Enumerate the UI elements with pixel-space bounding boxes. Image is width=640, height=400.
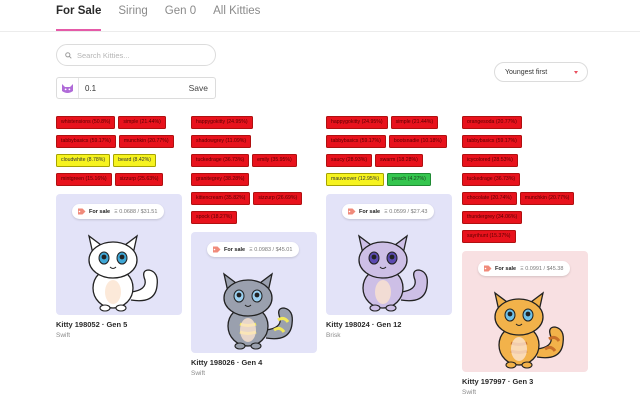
cattribute-tag[interactable]: sayrihunt (15.37%) bbox=[462, 230, 516, 243]
cattribute-tag[interactable]: simple (21.44%) bbox=[118, 116, 166, 129]
sale-badge: For sale Ξ 0.0983 / $45.01 bbox=[207, 242, 300, 257]
cattribute-tag[interactable]: happygokitty (24.95%) bbox=[326, 116, 388, 129]
cattribute-tag[interactable]: kittencream (35.82%) bbox=[191, 192, 251, 205]
cattribute-tag[interactable]: emily (35.95%) bbox=[252, 154, 297, 167]
cattribute-tag[interactable]: sizzurp (25.63%) bbox=[114, 173, 164, 186]
cattribute-tag[interactable]: munchkin (20.77%) bbox=[118, 135, 174, 148]
cattribute-tag[interactable]: mintgreen (15.16%) bbox=[56, 173, 112, 186]
kitty-price: Ξ 0.0599 / $27.43 bbox=[384, 208, 428, 215]
price-filter: Save bbox=[56, 77, 216, 99]
sale-badge: For sale Ξ 0.0688 / $31.51 bbox=[72, 204, 165, 219]
kitty-column-3: happygokitty (24.95%) simple (21.44%) tabb… bbox=[326, 116, 452, 339]
cattribute-tag[interactable]: mauveover (12.95%) bbox=[326, 173, 385, 186]
cattribute-tag[interactable]: tuckedrage (36.73%) bbox=[462, 173, 521, 186]
search-input[interactable] bbox=[77, 50, 197, 60]
cattribute-tag[interactable]: swarm (18.28%) bbox=[375, 154, 423, 167]
sale-badge: For sale Ξ 0.0599 / $27.43 bbox=[342, 204, 435, 219]
kitty-speed: Swift bbox=[56, 332, 71, 339]
cattribute-tags: happygokitty (24.95%) shadowgrey (11.09%)… bbox=[191, 116, 317, 224]
kitty-column-1: whixtensions (50.8%) simple (21.44%) tabby… bbox=[56, 116, 182, 339]
sort-selected: Youngest first bbox=[505, 68, 548, 76]
for-sale-label: For sale bbox=[495, 265, 517, 272]
kitty-price: Ξ 0.0688 / $31.51 bbox=[114, 208, 158, 215]
kitty-speed: Brisk bbox=[326, 332, 341, 339]
cattribute-tag[interactable]: saucy (28.93%) bbox=[326, 154, 373, 167]
cattribute-tag[interactable]: chocolate (20.74%) bbox=[462, 192, 517, 205]
tab-for-sale[interactable]: For Sale bbox=[56, 0, 102, 31]
tab-all-kitties[interactable]: All Kitties bbox=[213, 0, 260, 30]
kitty-speed: Swift bbox=[191, 370, 206, 377]
chevron-down-icon bbox=[574, 71, 578, 74]
for-sale-label: For sale bbox=[224, 246, 246, 253]
kitty-column-2: happygokitty (24.95%) shadowgrey (11.09%)… bbox=[191, 116, 317, 377]
cattribute-tag[interactable]: spock (18.27%) bbox=[191, 211, 238, 224]
kitty-image: For sale Ξ 0.0991 / $45.38 bbox=[462, 251, 588, 372]
for-sale-label: For sale bbox=[359, 208, 381, 215]
kitty-title: Kitty 198026 · Gen 4 bbox=[191, 358, 263, 367]
tab-divider bbox=[0, 31, 640, 32]
kitty-image: For sale Ξ 0.0688 / $31.51 bbox=[56, 194, 182, 315]
kitty-title: Kitty 198024 · Gen 12 bbox=[326, 320, 402, 329]
cattribute-tag[interactable]: thundergrey (34.06%) bbox=[462, 211, 523, 224]
cattribute-tag[interactable]: tabbybasics (59.17%) bbox=[326, 135, 386, 148]
cattribute-tag[interactable]: cloudwhite (8.78%) bbox=[56, 154, 111, 167]
cattribute-tags: whixtensions (50.8%) simple (21.44%) tabby… bbox=[56, 116, 182, 186]
kitty-image: For sale Ξ 0.0983 / $45.01 bbox=[191, 232, 317, 353]
price-input[interactable] bbox=[79, 83, 179, 93]
cattribute-tag[interactable]: tabbybasics (59.17%) bbox=[56, 135, 116, 148]
cattribute-tag[interactable]: icycolored (28.53%) bbox=[462, 154, 518, 167]
kitty-price: Ξ 0.0991 / $45.38 bbox=[520, 265, 564, 272]
sale-badge: For sale Ξ 0.0991 / $45.38 bbox=[478, 261, 571, 276]
cattribute-tag[interactable]: happygokitty (24.95%) bbox=[191, 116, 253, 129]
price-tag-icon bbox=[348, 208, 356, 215]
cattribute-tag[interactable]: simple (21.44%) bbox=[390, 116, 439, 129]
kitty-column-4: orangesoda (20.77%) tabbybasics (59.17%) i… bbox=[462, 116, 588, 396]
kitty-card[interactable]: For sale Ξ 0.0599 / $27.43 Kitty 198024 … bbox=[326, 194, 452, 339]
cattribute-tag[interactable]: orangesoda (20.77%) bbox=[462, 116, 522, 129]
cattribute-tag[interactable]: sizzurp (26.69%) bbox=[253, 192, 303, 205]
cattribute-tag[interactable]: shadowgrey (11.09%) bbox=[191, 135, 252, 148]
tab-siring[interactable]: Siring bbox=[118, 0, 147, 30]
kitty-card[interactable]: For sale Ξ 0.0983 / $45.01 Kitty 198026 … bbox=[191, 232, 317, 377]
cattribute-tag[interactable]: granitegrey (38.28%) bbox=[191, 173, 250, 186]
cattribute-tag[interactable]: beard (8.42%) bbox=[113, 154, 156, 167]
search-icon bbox=[65, 51, 72, 59]
kitty-title: Kitty 198052 · Gen 5 bbox=[56, 320, 128, 329]
cattribute-tag[interactable]: bootsnadie (10.18%) bbox=[388, 135, 447, 148]
kitty-image: For sale Ξ 0.0599 / $27.43 bbox=[326, 194, 452, 315]
search-box bbox=[56, 44, 216, 66]
kitty-speed: Swift bbox=[462, 389, 477, 396]
cattribute-tag[interactable]: munchkin (20.77%) bbox=[519, 192, 575, 205]
cat-icon bbox=[57, 78, 79, 98]
price-tag-icon bbox=[484, 265, 492, 272]
for-sale-label: For sale bbox=[89, 208, 111, 215]
cattribute-tag[interactable]: whixtensions (50.8%) bbox=[56, 116, 116, 129]
price-tag-icon bbox=[78, 208, 86, 215]
kitty-card[interactable]: For sale Ξ 0.0688 / $31.51 Kitty 198052 … bbox=[56, 194, 182, 339]
cattribute-tags: orangesoda (20.77%) tabbybasics (59.17%) i… bbox=[462, 116, 588, 243]
cattribute-tag[interactable]: tabbybasics (59.17%) bbox=[462, 135, 522, 148]
sort-dropdown[interactable]: Youngest first bbox=[494, 62, 588, 82]
cattribute-tags: happygokitty (24.95%) simple (21.44%) tabb… bbox=[326, 116, 452, 186]
cattribute-tag[interactable]: peach (4.27%) bbox=[387, 173, 431, 186]
kitty-title: Kitty 197997 · Gen 3 bbox=[462, 377, 534, 386]
kitty-price: Ξ 0.0983 / $45.01 bbox=[249, 246, 293, 253]
tab-gen-0[interactable]: Gen 0 bbox=[165, 0, 196, 30]
cattribute-tag[interactable]: tuckedrage (36.73%) bbox=[191, 154, 250, 167]
save-button[interactable]: Save bbox=[189, 83, 215, 93]
tab-bar: For Sale Siring Gen 0 All Kitties bbox=[56, 0, 260, 31]
price-tag-icon bbox=[213, 246, 221, 253]
kitty-card[interactable]: For sale Ξ 0.0991 / $45.38 Kitty 197997 … bbox=[462, 251, 588, 396]
